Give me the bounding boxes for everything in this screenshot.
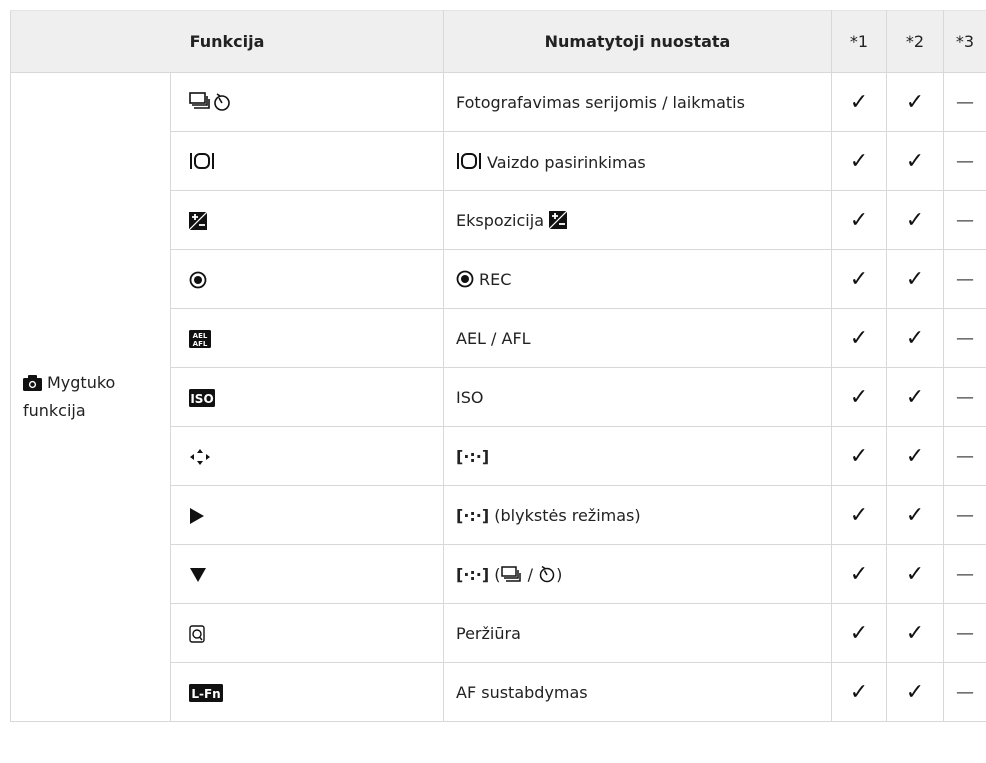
note2-check: ✓	[886, 544, 944, 604]
record-icon	[456, 270, 474, 288]
function-icon-cell	[170, 485, 444, 545]
note2-check: ✓	[886, 603, 944, 663]
function-icon-cell: ISO	[170, 367, 444, 427]
exposure-compensation-icon	[548, 210, 568, 229]
note3-dash: —	[943, 249, 986, 309]
svg-text:ISO: ISO	[190, 392, 213, 406]
note3-dash: —	[943, 485, 986, 545]
default-setting-cell: Peržiūra	[443, 603, 832, 663]
category-label-line1: Mygtuko	[47, 373, 116, 392]
function-icon-cell	[170, 426, 444, 486]
iso-icon: ISO	[189, 388, 215, 407]
default-setting-cell: AEL / AFL	[443, 308, 832, 368]
function-icon-cell: L-Fn	[170, 662, 444, 722]
default-setting-cell: AF sustabdymas	[443, 662, 832, 722]
note2-check: ✓	[886, 662, 944, 722]
image-aspect-icon	[456, 151, 482, 171]
header-note-2: *2	[886, 10, 944, 73]
default-setting-cell: REC	[443, 249, 832, 309]
note3-dash: —	[943, 367, 986, 427]
default-setting-cell: Ekspozicija	[443, 190, 832, 250]
category-label-line2: funkcija	[23, 401, 86, 420]
svg-text:L-Fn: L-Fn	[191, 687, 220, 701]
note3-dash: —	[943, 426, 986, 486]
note1-check: ✓	[831, 426, 887, 486]
image-aspect-icon	[189, 151, 215, 171]
header-note-1: *1	[831, 10, 887, 73]
function-icon-cell: AEL AFL	[170, 308, 444, 368]
svg-text:AFL: AFL	[193, 340, 208, 348]
exposure-compensation-icon	[189, 211, 207, 230]
note2-check: ✓	[886, 72, 944, 132]
preview-icon	[189, 625, 205, 643]
header-function: Funkcija	[10, 10, 444, 73]
sequential-shooting-icon	[500, 565, 523, 583]
default-setting-cell: Fotografavimas serijomis / laikmatis	[443, 72, 832, 132]
table-header-row: Funkcija Numatytoji nuostata *1 *2 *3	[10, 10, 986, 73]
note3-dash: —	[943, 603, 986, 663]
note2-check: ✓	[886, 131, 944, 191]
note1-check: ✓	[831, 603, 887, 663]
note3-dash: —	[943, 72, 986, 132]
default-setting-cell: [·:·] ( / )	[443, 544, 832, 604]
default-setting-cell: [·:·] (blykstės režimas)	[443, 485, 832, 545]
l-fn-icon: L-Fn	[189, 683, 223, 702]
function-icon-cell	[170, 603, 444, 663]
note2-check: ✓	[886, 190, 944, 250]
function-icon-cell	[170, 544, 444, 604]
note2-check: ✓	[886, 367, 944, 427]
ael-afl-icon: AEL AFL	[189, 329, 211, 348]
note1-check: ✓	[831, 544, 887, 604]
note1-check: ✓	[831, 367, 887, 427]
header-note-3: *3	[943, 10, 986, 73]
table-row: Mygtuko funkcija Fotografavimas serijomi…	[10, 72, 986, 722]
function-icon-cell	[170, 131, 444, 191]
note2-check: ✓	[886, 485, 944, 545]
sequential-shooting-self-timer-icon	[189, 91, 231, 113]
function-icon-cell	[170, 190, 444, 250]
default-setting-cell: ISO	[443, 367, 832, 427]
arrow-pad-icon	[189, 448, 211, 466]
play-right-icon	[189, 507, 205, 525]
function-icon-cell	[170, 249, 444, 309]
note1-check: ✓	[831, 485, 887, 545]
note1-check: ✓	[831, 131, 887, 191]
svg-text:AEL: AEL	[193, 332, 208, 340]
note1-check: ✓	[831, 662, 887, 722]
note3-dash: —	[943, 131, 986, 191]
triangle-down-icon	[189, 567, 207, 583]
note3-dash: —	[943, 190, 986, 250]
default-setting-cell: Vaizdo pasirinkimas	[443, 131, 832, 191]
note2-check: ✓	[886, 308, 944, 368]
header-default-setting: Numatytoji nuostata	[443, 10, 832, 73]
function-icon-cell	[170, 72, 444, 132]
self-timer-icon	[538, 565, 556, 583]
settings-table: Funkcija Numatytoji nuostata *1 *2 *3 My…	[10, 10, 986, 722]
note2-check: ✓	[886, 249, 944, 309]
note1-check: ✓	[831, 72, 887, 132]
record-icon	[189, 271, 207, 289]
note1-check: ✓	[831, 249, 887, 309]
note1-check: ✓	[831, 190, 887, 250]
note3-dash: —	[943, 308, 986, 368]
note3-dash: —	[943, 662, 986, 722]
note1-check: ✓	[831, 308, 887, 368]
note3-dash: —	[943, 544, 986, 604]
default-setting-cell: [·:·]	[443, 426, 832, 486]
camera-icon	[23, 375, 42, 391]
category-cell: Mygtuko funkcija	[10, 72, 171, 722]
note2-check: ✓	[886, 426, 944, 486]
